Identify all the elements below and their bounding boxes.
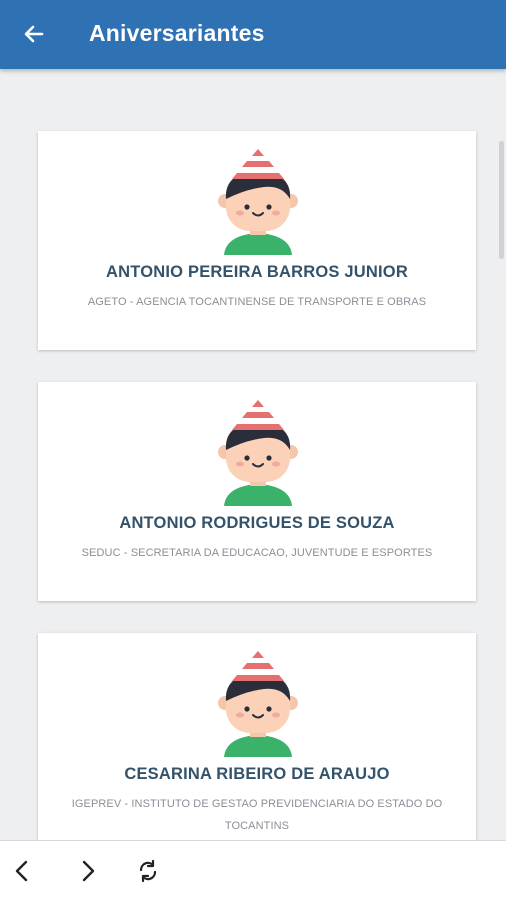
chevron-right-icon <box>82 860 95 882</box>
party-boy-avatar-icon <box>216 651 300 757</box>
birthday-list[interactable]: ANTONIO PEREIRA BARROS JUNIOR AGETO - AG… <box>0 69 506 840</box>
arrow-left-icon <box>24 25 44 43</box>
person-name: CESARINA RIBEIRO DE ARAUJO <box>124 765 390 783</box>
person-name: ANTONIO RODRIGUES DE SOUZA <box>119 514 395 532</box>
bottom-navigation-bar <box>0 840 506 901</box>
party-boy-avatar-icon <box>216 400 300 506</box>
back-button[interactable] <box>14 16 54 52</box>
refresh-icon <box>139 859 157 883</box>
scrollbar[interactable] <box>499 141 504 259</box>
party-boy-avatar-icon <box>216 149 300 255</box>
app-bar: Aniversariantes <box>0 0 506 69</box>
person-organization: AGETO - AGENCIA TOCANTINENSE DE TRANSPOR… <box>87 296 427 308</box>
birthday-card[interactable]: ANTONIO PEREIRA BARROS JUNIOR AGETO - AG… <box>38 131 476 350</box>
page-title: Aniversariantes <box>89 20 265 46</box>
person-organization: SEDUC - SECRETARIA DA EDUCACAO, JUVENTUD… <box>81 547 433 559</box>
birthday-card[interactable]: ANTONIO RODRIGUES DE SOUZA SEDUC - SECRE… <box>38 382 476 601</box>
person-organization: IGEPREV - INSTITUTO DE GESTAO PREVIDENCI… <box>71 798 443 832</box>
browser-forward-button[interactable] <box>72 855 104 887</box>
person-name: ANTONIO PEREIRA BARROS JUNIOR <box>106 263 408 281</box>
refresh-button[interactable] <box>132 855 164 887</box>
browser-back-button[interactable] <box>6 855 38 887</box>
birthday-card[interactable]: CESARINA RIBEIRO DE ARAUJO IGEPREV - INS… <box>38 633 476 840</box>
chevron-left-icon <box>15 860 28 882</box>
